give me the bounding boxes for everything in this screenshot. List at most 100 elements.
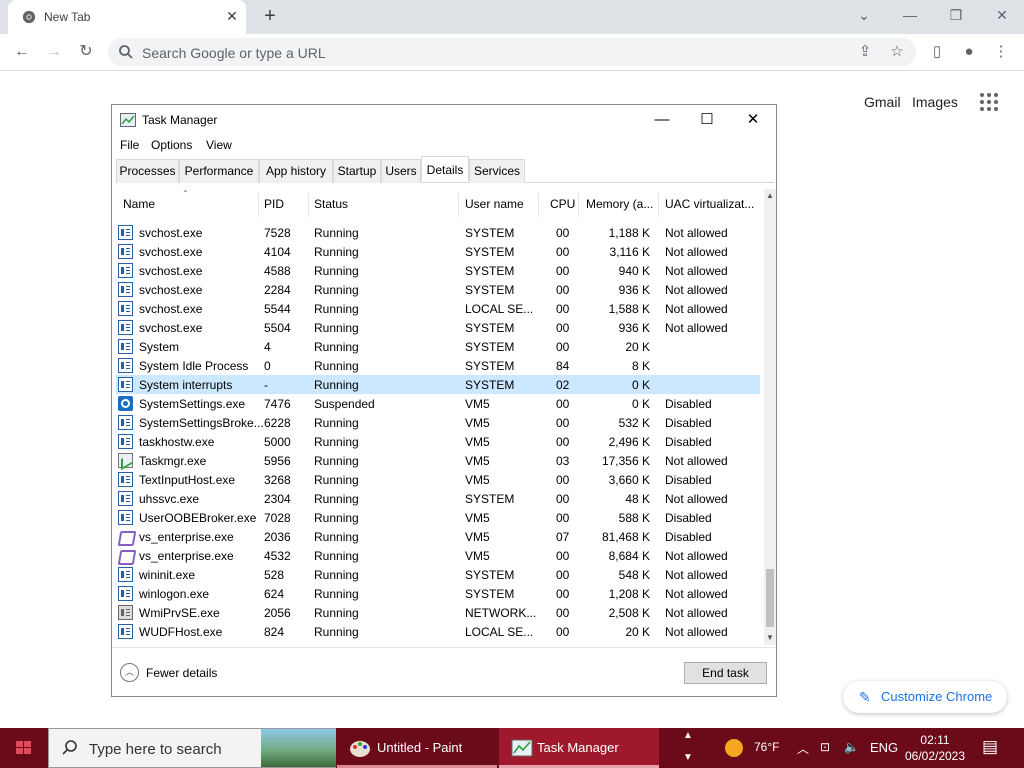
window-app-icon: [118, 586, 133, 601]
tab-users[interactable]: Users: [381, 159, 421, 183]
menu-options[interactable]: Options: [151, 138, 192, 152]
cell-status: Running: [314, 454, 359, 468]
column-divider[interactable]: [458, 193, 459, 217]
customize-chrome-button[interactable]: ✎ Customize Chrome: [843, 681, 1007, 713]
table-row[interactable]: System 4 Running SYSTEM 00 20 K: [116, 337, 760, 356]
tm-minimize-button[interactable]: —: [647, 109, 677, 131]
end-task-button[interactable]: End task: [684, 662, 767, 684]
scroll-down-icon[interactable]: ▼: [764, 631, 776, 645]
weather-sun-icon[interactable]: [725, 739, 743, 757]
tab-search-icon[interactable]: ⌄: [850, 4, 878, 26]
table-row[interactable]: vs_enterprise.exe 4532 Running VM5 00 8,684 K…: [116, 546, 760, 565]
scrollbar-thumb[interactable]: [766, 569, 774, 627]
forward-icon[interactable]: →: [42, 40, 66, 64]
language-indicator[interactable]: ENG: [870, 740, 898, 755]
table-row[interactable]: svchost.exe 4104 Running SYSTEM 00 3,116 K Not…: [116, 242, 760, 261]
bookmark-star-icon[interactable]: ☆: [886, 41, 908, 63]
cell-name: svchost.exe: [139, 302, 203, 316]
table-row[interactable]: Taskmgr.exe 5956 Running VM5 03 17,356 K Not a…: [116, 451, 760, 470]
tab-performance[interactable]: Performance: [179, 159, 259, 183]
task-manager-titlebar[interactable]: Task Manager — ☐ ✕: [112, 105, 776, 135]
share-icon[interactable]: ⇪: [854, 41, 876, 63]
close-window-button[interactable]: ✕: [988, 4, 1016, 26]
table-row[interactable]: System interrupts - Running SYSTEM 02 0 K: [116, 375, 760, 394]
restore-button[interactable]: ❐: [942, 4, 970, 26]
gmail-link[interactable]: Gmail: [864, 94, 901, 110]
tab-details[interactable]: Details: [421, 156, 469, 181]
table-row[interactable]: svchost.exe 4588 Running SYSTEM 00 940 K Not a…: [116, 261, 760, 280]
volume-icon[interactable]: 🔈: [844, 740, 859, 754]
taskbar-app-paint[interactable]: Untitled - Paint: [337, 728, 497, 768]
table-row[interactable]: WmiPrvSE.exe 2056 Running NETWORK... 00 2,508…: [116, 603, 760, 622]
weather-temperature[interactable]: 76°F: [754, 740, 779, 754]
column-divider[interactable]: [538, 193, 539, 217]
column-divider[interactable]: [578, 193, 579, 217]
menu-view[interactable]: View: [206, 138, 232, 152]
tab-new-tab[interactable]: New Tab ✕: [8, 0, 246, 34]
column-divider[interactable]: [258, 193, 259, 217]
table-row[interactable]: svchost.exe 2284 Running SYSTEM 00 936 K Not a…: [116, 280, 760, 299]
column-header-cpu[interactable]: CPU: [550, 197, 575, 211]
new-tab-button[interactable]: +: [258, 5, 282, 29]
google-apps-icon[interactable]: [980, 93, 1000, 113]
cell-user-name: SYSTEM: [465, 587, 515, 601]
tab-startup[interactable]: Startup: [333, 159, 381, 183]
column-header-memory[interactable]: Memory (a...: [586, 197, 653, 211]
scroll-up-icon[interactable]: ▲: [764, 189, 776, 203]
notifications-icon[interactable]: ▤: [982, 737, 998, 757]
table-row[interactable]: SystemSettings.exe 7476 Suspended VM5 00 0 K D…: [116, 394, 760, 413]
taskbar-app-task-manager[interactable]: Task Manager: [499, 728, 659, 768]
tm-maximize-button[interactable]: ☐: [692, 109, 722, 131]
cell-name: svchost.exe: [139, 321, 203, 335]
reload-icon[interactable]: ↻: [74, 40, 98, 64]
table-row[interactable]: svchost.exe 5544 Running LOCAL SE... 00 1,588…: [116, 299, 760, 318]
table-row[interactable]: WUDFHost.exe 824 Running LOCAL SE... 00 20 K N…: [116, 622, 760, 641]
column-divider[interactable]: [308, 193, 309, 217]
chevron-up-icon[interactable]: ▲: [683, 730, 693, 741]
table-row[interactable]: taskhostw.exe 5000 Running VM5 00 2,496 K Disa…: [116, 432, 760, 451]
table-row[interactable]: SystemSettingsBroke... 6228 Running VM5 00 53…: [116, 413, 760, 432]
table-row[interactable]: wininit.exe 528 Running SYSTEM 00 548 K Not al…: [116, 565, 760, 584]
side-panel-icon[interactable]: ▯: [926, 41, 948, 63]
tab-processes[interactable]: Processes: [116, 159, 179, 183]
table-row[interactable]: svchost.exe 5504 Running SYSTEM 00 936 K Not a…: [116, 318, 760, 337]
table-row[interactable]: uhssvc.exe 2304 Running SYSTEM 00 48 K Not all…: [116, 489, 760, 508]
network-icon[interactable]: ⊡: [820, 740, 830, 754]
tab-close-icon[interactable]: ✕: [224, 8, 240, 24]
images-link[interactable]: Images: [912, 94, 958, 110]
chrome-menu-icon[interactable]: ⋮: [990, 41, 1012, 63]
address-bar[interactable]: Search Google or type a URL: [108, 38, 916, 66]
table-row[interactable]: svchost.exe 7528 Running SYSTEM 00 1,188 K Not…: [116, 223, 760, 242]
table-row[interactable]: vs_enterprise.exe 2036 Running VM5 07 81,468 …: [116, 527, 760, 546]
cell-pid: 5544: [264, 302, 291, 316]
windows-start-icon[interactable]: [0, 728, 48, 768]
minimize-button[interactable]: —: [896, 4, 924, 26]
column-header-uac[interactable]: UAC virtualizat...: [665, 197, 754, 211]
column-header-user-name[interactable]: User name: [465, 197, 524, 211]
chevron-down-icon[interactable]: ▼: [683, 752, 693, 763]
cell-name: System Idle Process: [139, 359, 249, 373]
taskbar-search-box[interactable]: Type here to search: [48, 728, 336, 768]
menu-file[interactable]: File: [120, 138, 139, 152]
column-header-pid[interactable]: PID: [264, 197, 284, 211]
taskbar-clock[interactable]: 02:11 06/02/2023: [904, 732, 966, 764]
table-row[interactable]: UserOOBEBroker.exe 7028 Running VM5 00 588 K D…: [116, 508, 760, 527]
table-row[interactable]: winlogon.exe 624 Running SYSTEM 00 1,208 K Not…: [116, 584, 760, 603]
back-icon[interactable]: ←: [10, 40, 34, 64]
vertical-scrollbar[interactable]: ▲ ▼: [764, 189, 776, 645]
tab-services[interactable]: Services: [469, 159, 525, 183]
cell-cpu: 00: [556, 245, 570, 259]
cell-cpu: 00: [556, 340, 570, 354]
cell-uac: Not allowed: [665, 264, 728, 278]
column-header-status[interactable]: Status: [314, 197, 348, 211]
taskbar-scroll[interactable]: ▲ ▼: [680, 728, 696, 768]
show-hidden-icons-icon[interactable]: ︿: [797, 740, 809, 757]
table-row[interactable]: System Idle Process 0 Running SYSTEM 84 8 K: [116, 356, 760, 375]
column-header-name[interactable]: Name: [123, 197, 155, 211]
tm-close-button[interactable]: ✕: [738, 109, 768, 131]
cell-memory: 2,508 K: [608, 606, 650, 620]
profile-avatar-icon[interactable]: ●: [958, 41, 980, 63]
table-row[interactable]: TextInputHost.exe 3268 Running VM5 00 3,660 K…: [116, 470, 760, 489]
tab-app-history[interactable]: App history: [259, 159, 333, 183]
column-divider[interactable]: [658, 193, 659, 217]
